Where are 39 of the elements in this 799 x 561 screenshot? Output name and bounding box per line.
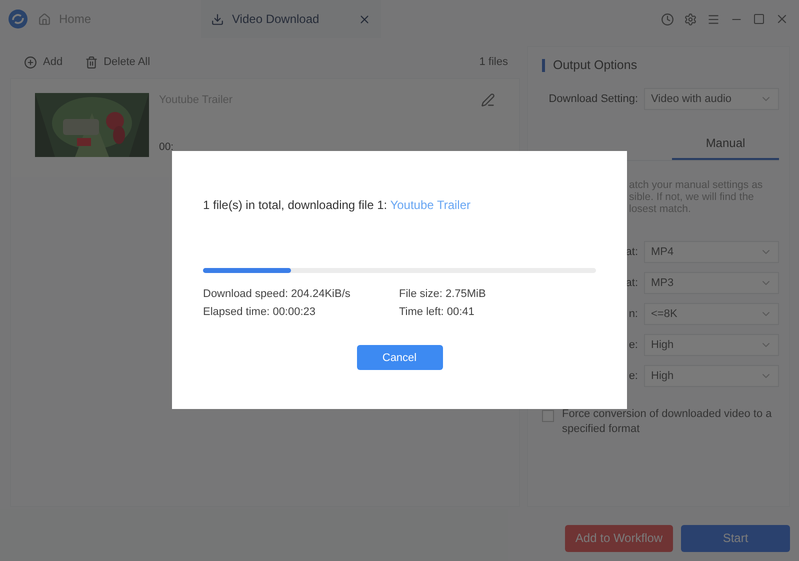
add-to-workflow-button[interactable]: Add to Workflow [565,524,673,552]
download-stat: Time left: 00:41 [399,306,476,318]
history-icon[interactable] [661,12,674,26]
file-link[interactable]: Youtube Trailer [390,198,470,212]
add-button[interactable]: Add [24,56,63,68]
mode-tab[interactable]: Manual [672,136,779,160]
download-stat: File size: 2.75MiB [399,288,487,300]
cancel-button[interactable]: Cancel [356,345,442,370]
setting-dropdown[interactable]: MP3 [644,272,779,294]
dialog-message: 1 file(s) in total, downloading file 1: Youtube Trailer [203,198,472,212]
add-icon [24,56,37,68]
trash-icon [84,56,98,68]
setting-dropdown[interactable]: <=8K [644,303,779,325]
section-title: Output Options [542,59,779,72]
setting-label: Download Setting: [548,93,638,105]
maximize-icon[interactable] [753,13,765,25]
checkbox-label: Force conversion of downloaded video to a specified format [562,407,773,437]
app-logo-icon [8,9,28,29]
settings-icon[interactable] [684,12,697,26]
checkbox[interactable] [542,410,554,422]
home-icon [38,12,51,26]
download-stat: Download speed: 204.24KiB/s [203,288,352,300]
close-icon[interactable] [775,12,789,26]
file-duration: 00: [159,141,174,153]
download-icon [211,12,224,26]
setting-dropdown[interactable]: High [644,334,779,356]
edit-icon[interactable] [481,93,495,107]
setting-label: e: [628,370,638,382]
setting-dropdown[interactable]: High [644,365,779,387]
setting-label: e: [628,339,638,351]
start-button[interactable]: Start [681,524,790,552]
close-tab-icon[interactable] [358,12,372,26]
setting-label: n: [628,308,638,320]
download-stat: Elapsed time: 00:00:23 [203,306,317,318]
download-setting-dropdown[interactable]: Video with audio [644,88,779,110]
setting-dropdown[interactable]: MP4 [644,241,779,263]
menu-icon[interactable] [707,12,720,26]
delete-all-button[interactable]: Delete All [84,56,150,68]
file-count: 1 files [479,56,508,68]
